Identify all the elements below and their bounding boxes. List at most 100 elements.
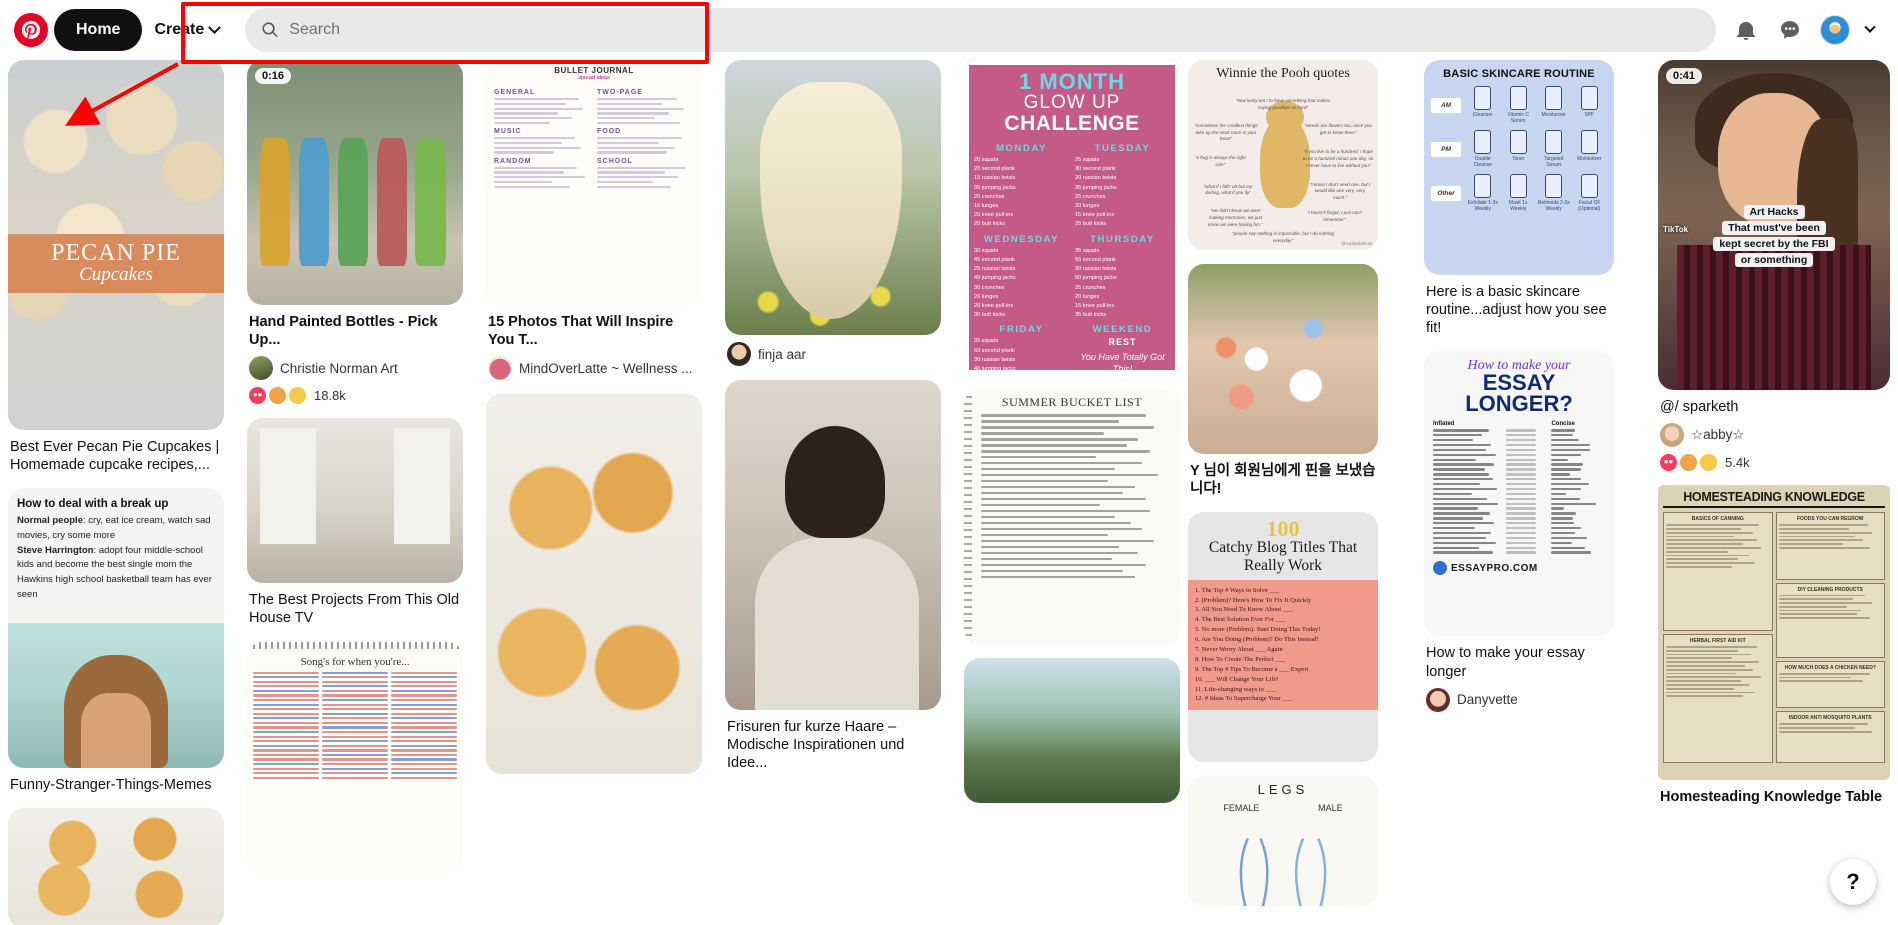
messages-button[interactable] [1768,8,1812,52]
spiral-binding-icon [247,641,463,649]
pin-image[interactable]: PECAN PIE Cupcakes [8,60,224,430]
pin-image[interactable]: Winnie the Pooh quotes "how lucky am I t… [1188,60,1378,250]
old-house-artwork [247,418,463,584]
pin-card[interactable]: BULLET JOURNAL spread ideas GENERAL MUSI… [486,60,702,381]
art-hacks-video-artwork: TikTok Art Hacks That must've been kept … [1658,60,1890,390]
essay-headline-3: LONGER? [1465,391,1573,417]
account-menu-button[interactable] [1856,8,1884,52]
creator-name: finja aar [758,346,807,362]
pin-card[interactable]: LEGS FEMALE MALE [1188,776,1378,907]
pin-card[interactable]: 1 MONTH GLOW UP CHALLENGE MONDAY 20 squa… [964,60,1180,375]
pin-image[interactable]: Song's for when you're... [247,641,463,872]
pooh-quote: "I haven't forgot, I just can't remember… [1306,210,1362,222]
blog-item: 11. Life-changing ways to ___ [1195,685,1276,693]
pin-image[interactable]: Chewy Garlic Knots [486,394,702,775]
pin-image[interactable] [964,658,1180,803]
pin-title: How to make your essay longer [1426,645,1585,680]
breakup-meme-artwork: How to deal with a break up Normal peopl… [8,488,224,769]
pin-image[interactable]: TikTok Art Hacks That must've been kept … [1658,60,1890,390]
skincare-row: Other Exfoliate 1-3x Weekly Mask 1x Week… [1431,174,1607,212]
meme-heading: How to deal with a break up [17,498,169,511]
legs-male-label: MALE [1318,803,1343,814]
pin-card[interactable]: Chewy Garlic Knots [486,394,702,775]
pin-card[interactable]: finja aar [725,60,941,366]
search-container [245,8,1716,52]
homestead-section: FOODS YOU CAN REGROW [1796,516,1864,523]
day-label: TUESDAY [1094,142,1151,154]
create-button[interactable]: Create [142,9,231,51]
pin-image[interactable] [247,418,463,584]
pooh-quote: "weeds are flowers too, once you get to … [1304,122,1372,135]
creator-name: ☆abby☆ [1691,427,1745,443]
pin-title: Best Ever Pecan Pie Cupcakes | Homemade … [10,439,220,474]
pin-card[interactable]: Song's for when you're... [247,641,463,872]
winnie-the-pooh-artwork: Winnie the Pooh quotes "how lucky am I t… [1188,60,1378,250]
search-input[interactable] [245,8,1716,52]
pin-card[interactable]: SUMMER BUCKET LIST [964,389,1180,644]
pin-feed-grid[interactable]: PECAN PIE Cupcakes Best Ever Pecan Pie C… [0,60,1898,925]
caption-line: That must've been [1722,221,1826,236]
pin-card[interactable]: The Best Projects From This Old House TV [247,418,463,627]
legs-title: LEGS [1257,782,1309,798]
pin-card[interactable]: HOMESTEADING KNOWLEDGE BASICS OF CANNING [1658,485,1890,806]
yellow-dress-artwork [725,60,941,335]
pin-image[interactable] [8,808,224,925]
pin-card[interactable]: PECAN PIE Cupcakes Best Ever Pecan Pie C… [8,60,224,474]
pin-credit[interactable]: ☆abby☆ [1660,423,1888,448]
pin-card[interactable] [8,808,224,925]
cleanser-icon [1474,86,1492,110]
pin-credit[interactable]: Christie Norman Art [249,356,461,381]
journal-section: FOOD [597,128,622,136]
blog-item: 5. No more (Problem). Start Doing This T… [1195,626,1321,634]
pin-card[interactable]: Winnie the Pooh quotes "how lucky am I t… [1188,60,1378,250]
home-button[interactable]: Home [54,9,143,51]
pin-image[interactable]: SUMMER BUCKET LIST [964,389,1180,644]
notifications-button[interactable] [1724,8,1768,52]
blog-item: 8. How To Create The Perfect ___ [1195,655,1286,663]
pin-card[interactable]: Y 님이 회원님에게 핀을 보냈습니다! [1188,264,1378,498]
legs-female-label: FEMALE [1223,803,1260,814]
pin-card[interactable]: How to deal with a break up Normal peopl… [8,488,224,794]
time-tag: Other [1431,185,1461,201]
pin-card[interactable]: 100 Catchy Blog Titles That Really Work … [1188,512,1378,763]
pin-image[interactable]: 1 MONTH GLOW UP CHALLENGE MONDAY 20 squa… [964,60,1180,375]
pin-credit[interactable]: MindOverLatte ~ Wellness ... [488,356,700,381]
pin-image[interactable]: How to deal with a break up Normal peopl… [8,488,224,769]
pin-image[interactable]: 0:16 [247,60,463,305]
pin-image[interactable]: 100 Catchy Blog Titles That Really Work … [1188,512,1378,763]
avatar[interactable] [1820,15,1850,45]
pin-card[interactable]: How to make your ESSAY LONGER? Inflated [1424,351,1614,712]
pin-reactions[interactable]: 5.4k [1660,454,1888,472]
journal-section: TWO-PAGE [597,89,643,96]
pin-card[interactable]: TikTok Art Hacks That must've been kept … [1658,60,1890,472]
pin-reactions[interactable]: 18.8k [249,387,461,405]
pinterest-logo-icon[interactable] [14,13,48,47]
pin-image[interactable]: HOMESTEADING KNOWLEDGE BASICS OF CANNING [1658,485,1890,781]
pin-image[interactable] [725,60,941,335]
pooh-quote: "people say nothing is impossible, but I… [1231,231,1334,243]
pin-image[interactable]: LEGS FEMALE MALE [1188,776,1378,907]
pin-card[interactable]: 0:16 Hand Painted Bottles - Pick Up... C… [247,60,463,405]
pin-image[interactable]: How to make your ESSAY LONGER? Inflated [1424,351,1614,637]
bullet-journal-artwork: BULLET JOURNAL spread ideas GENERAL MUSI… [486,60,702,305]
help-button[interactable]: ? [1830,859,1876,905]
journal-subtitle: spread ideas [578,75,610,81]
painted-bottles-artwork [247,60,463,305]
blog-count: 100 [1266,516,1300,542]
pin-image[interactable]: BASIC SKINCARE ROUTINE AM Cleanser Vitam… [1424,60,1614,275]
closing-text: You Have Totally Got This! [1080,352,1165,374]
pooh-quote: "a hug is always the right size" [1194,155,1246,167]
video-duration-badge: 0:41 [1666,68,1703,84]
feed-column-3: BULLET JOURNAL spread ideas GENERAL MUSI… [486,60,702,788]
pooh-title: Winnie the Pooh quotes [1216,66,1350,81]
pin-image[interactable]: BULLET JOURNAL spread ideas GENERAL MUSI… [486,60,702,305]
pin-credit[interactable]: finja aar [727,342,939,366]
pin-image[interactable] [1188,264,1378,454]
facial-oil-icon [1580,174,1598,198]
pin-card[interactable]: BASIC SKINCARE ROUTINE AM Cleanser Vitam… [1424,60,1614,337]
pin-credit[interactable]: Danyvette [1426,687,1612,712]
pin-card[interactable] [964,658,1180,803]
pin-card[interactable]: Frisuren fur kurze Haare – Modische Insp… [725,380,941,772]
journal-title: BULLET JOURNAL [554,66,634,75]
pin-image[interactable] [725,380,941,710]
